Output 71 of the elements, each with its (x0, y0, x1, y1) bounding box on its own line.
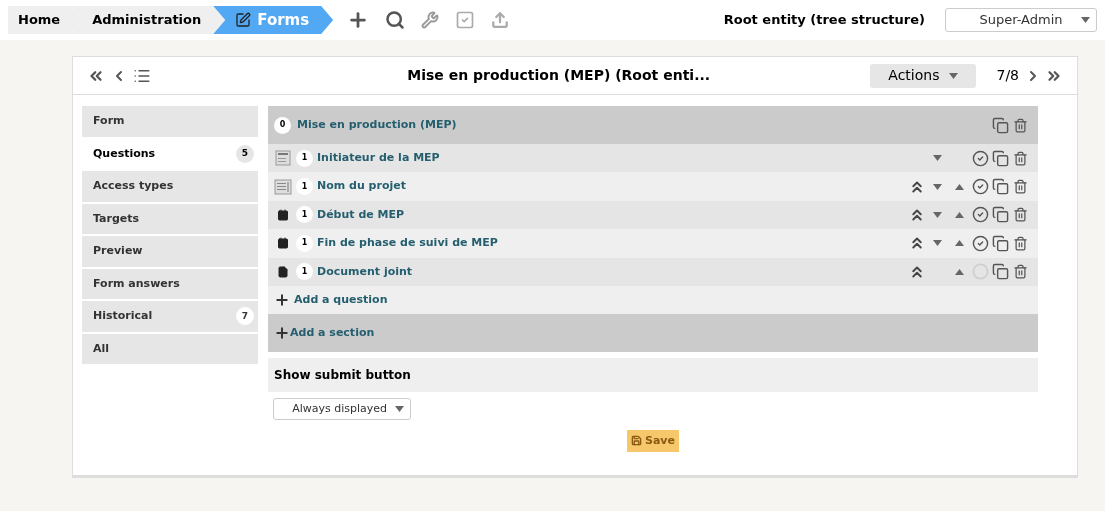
caret-icon[interactable] (395, 405, 404, 412)
count-badge: 7 (236, 307, 254, 326)
question-title[interactable]: Document joint (317, 263, 413, 280)
duplicate-icon[interactable] (992, 116, 1009, 134)
add-section-link[interactable]: Add a section (274, 324, 375, 342)
question-title[interactable]: Début de MEP (317, 206, 405, 224)
delete-icon[interactable] (1013, 179, 1028, 195)
duplicate-icon[interactable] (992, 206, 1009, 224)
text-field-icon (274, 178, 292, 195)
entity-label: Root entity (tree structure) (723, 11, 925, 30)
rank-badge: 1 (296, 149, 313, 167)
breadcrumb-link[interactable]: Home (8, 6, 83, 34)
question-title[interactable]: Initiateur de la MEP (317, 149, 440, 167)
rank-badge: 1 (296, 178, 313, 196)
rank-badge: 1 (296, 263, 313, 281)
duplicate-icon[interactable] (992, 263, 1009, 281)
wrench-icon[interactable] (421, 11, 440, 29)
delete-icon[interactable] (1013, 207, 1028, 223)
rank-badge: 1 (296, 234, 313, 252)
calendar-icon (277, 237, 289, 250)
sidebar-tab[interactable]: Preview (82, 236, 258, 267)
move-up-icon[interactable] (954, 183, 964, 190)
sidebar-tab[interactable]: All (82, 333, 258, 364)
plus-icon (274, 291, 290, 308)
profile-select[interactable]: Super-Admin (945, 8, 1097, 32)
search-icon[interactable] (385, 10, 406, 30)
delete-icon[interactable] (1013, 264, 1028, 280)
sidebar-tab[interactable]: Access types (82, 171, 258, 202)
record-position: 7/8 (996, 66, 1019, 85)
add-question-link[interactable]: Add a question (274, 291, 388, 309)
rank-badge: 0 (274, 116, 291, 134)
sidebar-tab[interactable]: Targets (82, 203, 258, 234)
mandatory-icon[interactable] (971, 149, 989, 167)
question-title[interactable]: Fin de phase de suivi de MEP (317, 235, 498, 252)
move-down-icon[interactable] (932, 240, 942, 247)
count-badge: 5 (236, 144, 254, 163)
delete-icon[interactable] (1013, 235, 1028, 251)
move-down-icon[interactable] (932, 211, 942, 218)
save-button[interactable]: Save (627, 429, 679, 452)
save-icon (631, 435, 642, 447)
sidebar-tab[interactable]: Historical 7 (82, 301, 258, 332)
mandatory-icon[interactable] (971, 234, 989, 252)
caret-icon[interactable] (949, 72, 959, 79)
breadcrumb-link[interactable]: Administration (70, 6, 226, 34)
calendar-icon (277, 208, 289, 221)
plus-icon (274, 324, 290, 341)
form-title: Mise en production (MEP) (Root enti... (406, 66, 712, 85)
checkbox-icon[interactable] (455, 10, 476, 30)
duplicate-icon[interactable] (992, 178, 1009, 196)
move-down-icon[interactable] (932, 183, 942, 190)
move-up-icon[interactable] (954, 211, 964, 218)
sidebar-tab[interactable]: Form (82, 106, 258, 137)
move-up-icon[interactable] (954, 240, 964, 247)
submit-select[interactable]: Always displayed (273, 397, 411, 420)
caret-icon[interactable] (1081, 17, 1090, 23)
edit-icon (235, 12, 252, 28)
mandatory-icon[interactable] (971, 178, 989, 196)
delete-icon[interactable] (1013, 150, 1028, 166)
duplicate-icon[interactable] (992, 234, 1009, 252)
move-up-icon[interactable] (954, 268, 964, 275)
delete-icon[interactable] (1013, 117, 1028, 133)
rank-badge: 1 (296, 206, 313, 224)
sidebar-tab[interactable]: Form answers (82, 268, 258, 299)
actions-button[interactable]: Actions (870, 63, 977, 88)
duplicate-icon[interactable] (992, 149, 1009, 167)
mandatory-icon[interactable] (971, 206, 989, 224)
file-icon (277, 265, 289, 278)
submit-label: Show submit button (274, 366, 411, 384)
section-title[interactable]: Mise en production (MEP) (297, 116, 457, 134)
move-down-icon[interactable] (932, 155, 942, 162)
question-title[interactable]: Nom du projet (317, 178, 406, 195)
